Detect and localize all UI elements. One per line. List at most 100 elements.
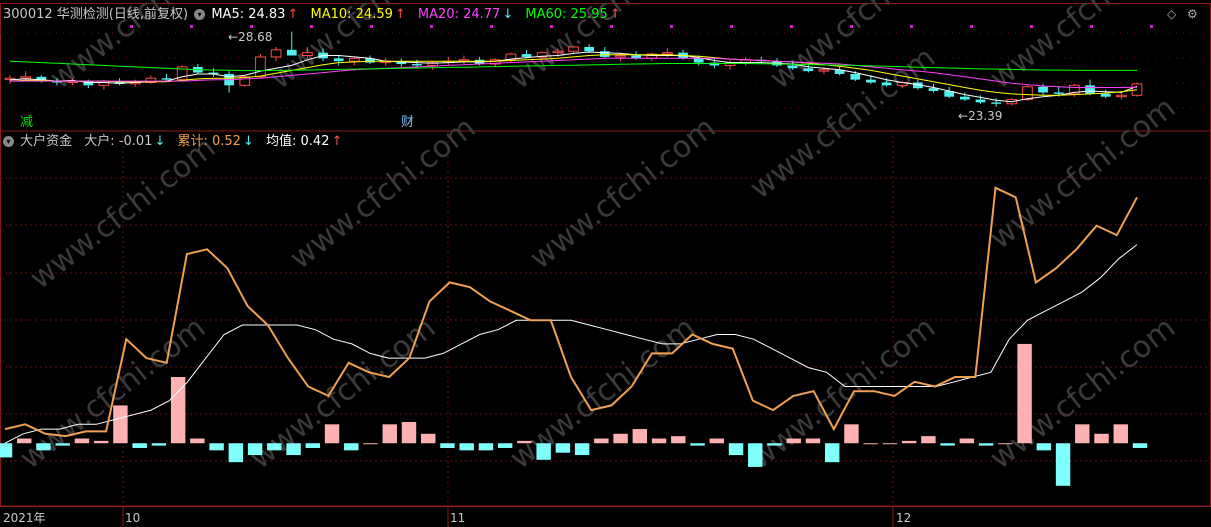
indicator-toggle-icon[interactable]: ▾ — [3, 136, 14, 147]
main-header: 300012 华测检测(日线,前复权) ▾ MA5: 24.83 ↑ MA10: … — [3, 7, 623, 23]
fund-bar-negative — [36, 443, 51, 451]
low-annotation: ←23.39 — [958, 109, 1003, 123]
watermark-text: www.cfchi.com — [983, 90, 1182, 256]
settings-icon[interactable]: ⚙ — [1187, 7, 1198, 21]
x-label-nov: 11 — [450, 511, 466, 525]
fund-bar-positive — [113, 405, 128, 444]
candle-body-up — [20, 76, 32, 79]
marker-dot — [430, 25, 433, 28]
candle-body-up — [552, 50, 564, 54]
candle-body-down — [412, 64, 422, 66]
candle-body-down — [787, 65, 798, 69]
fund-bar-positive — [632, 429, 648, 444]
fund-bar-positive — [1075, 424, 1090, 444]
candle-body-up — [1022, 86, 1033, 101]
candle-body-down — [975, 99, 986, 103]
fund-bar-negative — [344, 443, 359, 451]
candle-body-down — [584, 46, 595, 52]
x-label-oct: 10 — [125, 511, 141, 525]
fund-bar-positive — [190, 438, 205, 444]
fund-bar-positive — [363, 443, 378, 445]
fund-bar-negative — [459, 443, 474, 451]
finance-marker[interactable]: 财 — [401, 115, 414, 131]
marker-dot — [730, 25, 733, 28]
big-arrow: ↓ — [154, 134, 166, 149]
fund-bar-positive — [594, 438, 609, 444]
marker-dot — [310, 25, 313, 28]
fund-bar-negative — [478, 443, 494, 451]
candle-body-up — [349, 57, 360, 62]
indicator-title[interactable]: 大户资金 — [20, 134, 72, 149]
fund-bar-negative — [574, 443, 590, 456]
fund-bar-positive — [324, 424, 340, 444]
x-label-year: 2021年 — [3, 511, 46, 525]
candle-body-down — [803, 68, 814, 72]
fund-bar-positive — [921, 436, 936, 444]
candle-body-up — [270, 49, 282, 58]
cum-value: 累计: 0.52 — [177, 134, 241, 149]
fund-bar-positive — [74, 438, 90, 444]
ma10-value: MA10: 24.59 — [310, 7, 393, 22]
fund-bar-negative — [536, 443, 551, 460]
diamond-icon[interactable]: ◇ — [1167, 7, 1176, 21]
avg-value: 均值: 0.42 — [266, 134, 330, 149]
candle-body-down — [959, 96, 970, 100]
fund-bar-positive — [93, 440, 109, 444]
marker-dot — [790, 25, 793, 28]
fund-bar-positive — [863, 443, 878, 445]
candle-body-down — [866, 79, 876, 83]
candle-body-up — [1131, 83, 1143, 96]
watermark-text: www.cfchi.com — [523, 110, 722, 276]
fund-bar-negative — [690, 443, 705, 446]
sub-header: ▾ 大户资金 大户: -0.01 ↓ 累计: 0.52 ↓ 均值: 0.42 ↑ — [3, 134, 344, 150]
fund-bar-positive — [421, 433, 436, 444]
fund-bar-negative — [440, 443, 455, 448]
marker-dot — [490, 25, 493, 28]
ma60-arrow: ↑ — [609, 7, 621, 22]
marker-dot — [190, 25, 193, 28]
candle-body-down — [286, 49, 297, 56]
fund-bar-negative — [1055, 443, 1071, 486]
avg-arrow: ↑ — [331, 134, 343, 149]
fund-bar-positive — [382, 424, 397, 444]
marker-dot — [250, 25, 253, 28]
ma5-value: MA5: 24.83 — [211, 7, 286, 22]
fund-bar-positive — [401, 421, 417, 444]
fund-bar-negative — [286, 443, 301, 456]
candle-body-up — [662, 52, 673, 55]
high-annotation: ←28.68 — [228, 30, 273, 44]
fund-bar-positive — [805, 438, 821, 444]
marker-dot — [910, 25, 913, 28]
fund-bar-negative — [151, 443, 167, 446]
ma20-value: MA20: 24.77 — [417, 7, 501, 22]
fund-bar-negative — [209, 443, 224, 451]
fund-bar-negative — [55, 443, 70, 446]
marker-dot — [970, 25, 973, 28]
ma-toggle-icon[interactable]: ▾ — [194, 9, 206, 20]
candle-body-up — [255, 56, 266, 78]
candle-body-up — [568, 46, 579, 52]
fund-bar-negative — [497, 443, 513, 448]
ma60-value: MA60: 25.95 — [525, 7, 608, 22]
watermark-text: www.cfchi.com — [983, 0, 1182, 96]
fund-bar-negative — [940, 443, 955, 446]
fund-bar-negative — [247, 443, 263, 456]
candle-body-down — [161, 78, 172, 80]
fund-bar-negative — [132, 443, 147, 448]
fund-bar-negative — [748, 443, 763, 467]
chart-canvas: www.cfchi.com www.cfchi.com www.cfchi.com w… — [0, 0, 1211, 527]
reduce-marker[interactable]: 减 — [20, 115, 33, 131]
ma5-arrow: ↑ — [287, 7, 299, 22]
fund-bar-negative — [1132, 443, 1148, 448]
x-label-dec: 12 — [896, 511, 912, 525]
candle-body-down — [1053, 92, 1064, 94]
fund-bar-negative — [267, 443, 282, 451]
candle-body-down — [850, 73, 861, 80]
candle-body-up — [818, 69, 830, 72]
stock-title[interactable]: 300012 华测检测(日线,前复权) — [3, 7, 188, 22]
fund-bar-positive — [901, 440, 917, 444]
candle-body-down — [881, 82, 892, 86]
candle-body-down — [1085, 85, 1095, 94]
ma10-arrow: ↑ — [394, 7, 406, 22]
fund-bar-negative — [305, 443, 321, 448]
